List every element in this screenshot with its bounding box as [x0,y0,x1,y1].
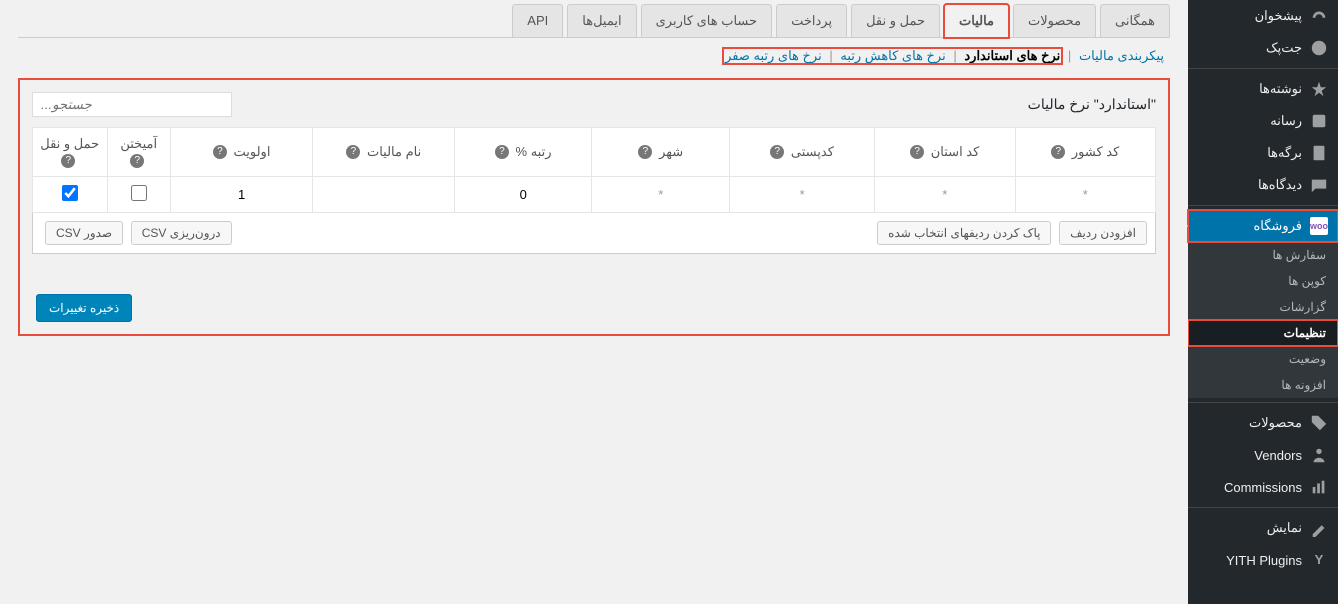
admin-sidebar: پیشخوان جت‌پک نوشته‌ها رسانه برگه‌ها دید… [1188,0,1338,604]
tab-general[interactable]: همگانی [1100,4,1170,37]
help-icon[interactable]: ? [910,145,924,159]
tax-search-input[interactable] [32,92,232,117]
th-city: شهر ? [592,128,730,177]
appearance-icon [1310,519,1328,537]
tab-shipping[interactable]: حمل و نقل [851,4,940,37]
main-content: همگانی محصولات مالیات حمل و نقل پرداخت ح… [0,0,1188,604]
help-icon[interactable]: ? [213,145,227,159]
tax-rates-table: کد کشور ? کد استان ? کدپستی ? شهر ? رتبه… [32,127,1156,213]
priority-input[interactable] [177,187,306,202]
taxname-input[interactable] [319,187,448,202]
help-icon[interactable]: ? [770,145,784,159]
sidebar-sub-addons[interactable]: افزونه ها [1188,372,1338,398]
products-icon [1310,414,1328,432]
sidebar-item-label: Vendors [1254,448,1302,463]
subtab-zero-rates[interactable]: نرخ های رتبه صفر [723,48,824,63]
compound-checkbox[interactable] [131,185,147,201]
sidebar-sub-settings[interactable]: تنظیمات [1188,320,1338,346]
sidebar-item-label: پیشخوان [1255,8,1302,24]
help-icon[interactable]: ? [130,154,144,168]
subtab-standard-rates[interactable]: نرخ های استاندارد [962,48,1062,63]
sidebar-item-label: دیدگاه‌ها [1258,177,1302,193]
tax-rates-section: "استاندارد" نرخ مالیات کد کشور ? کد استا… [18,78,1170,336]
sidebar-sub-reports[interactable]: گزارشات [1188,294,1338,320]
table-footer: افزودن ردیف پاک کردن ردیفهای انتخاب شده … [32,213,1156,254]
tab-emails[interactable]: ایمیل‌ها [567,4,636,37]
sidebar-item-label: محصولات [1249,415,1302,431]
sidebar-item-label: نمایش [1267,520,1302,536]
add-row-button[interactable]: افزودن ردیف [1059,221,1147,245]
table-header-row: کد کشور ? کد استان ? کدپستی ? شهر ? رتبه… [33,128,1156,177]
pages-icon [1310,144,1328,162]
th-shipping: حمل و نقل ? [33,128,108,177]
help-icon[interactable]: ? [638,145,652,159]
yith-icon: Y [1310,551,1328,569]
woo-icon: woo [1310,217,1328,235]
sidebar-item-vendors[interactable]: Vendors [1188,439,1338,471]
tab-accounts[interactable]: حساب های کاربری [641,4,772,37]
sidebar-item-posts[interactable]: نوشته‌ها [1188,73,1338,105]
city-input[interactable] [598,187,723,202]
th-postcode: کدپستی ? [730,128,874,177]
sidebar-item-yith[interactable]: Y YITH Plugins [1188,544,1338,576]
th-country: کد کشور ? [1015,128,1155,177]
save-row: ذخیره تغییرات [32,284,1156,322]
sidebar-item-shop[interactable]: woo فروشگاه [1188,210,1338,242]
th-compound: آمیختن ? [107,128,170,177]
sidebar-item-label: رسانه [1270,113,1302,129]
shipping-checkbox[interactable] [62,185,78,201]
sidebar-sub-orders[interactable]: سفارش ها [1188,242,1338,268]
sidebar-item-products[interactable]: محصولات [1188,407,1338,439]
sidebar-sub-status[interactable]: وضعیت [1188,346,1338,372]
save-changes-button[interactable]: ذخیره تغییرات [36,294,132,322]
pin-icon [1310,80,1328,98]
subtab-tax-options[interactable]: پیکربندی مالیات [1077,48,1166,63]
sidebar-item-media[interactable]: رسانه [1188,105,1338,137]
subtab-reduced-rates[interactable]: نرخ های کاهش رتبه [838,48,947,63]
sidebar-item-commissions[interactable]: Commissions [1188,471,1338,503]
th-priority: اولویت ? [170,128,312,177]
vendors-icon [1310,446,1328,464]
sidebar-item-pages[interactable]: برگه‌ها [1188,137,1338,169]
remove-rows-button[interactable]: پاک کردن ردیفهای انتخاب شده [877,221,1051,245]
sidebar-item-label: برگه‌ها [1267,145,1302,161]
th-rate: رتبه % ? [455,128,592,177]
help-icon[interactable]: ? [346,145,360,159]
sidebar-item-comments[interactable]: دیدگاه‌ها [1188,169,1338,201]
comments-icon [1310,176,1328,194]
sidebar-item-jetpack[interactable]: جت‌پک [1188,32,1338,64]
section-title: "استاندارد" نرخ مالیات [1028,96,1156,113]
sidebar-item-label: YITH Plugins [1226,553,1302,568]
rate-input[interactable] [461,187,585,202]
tab-tax[interactable]: مالیات [944,4,1009,38]
postcode-input[interactable] [736,187,867,202]
tab-checkout[interactable]: پرداخت [776,4,847,37]
tab-products[interactable]: محصولات [1013,4,1096,37]
sidebar-item-appearance[interactable]: نمایش [1188,512,1338,544]
country-input[interactable] [1022,187,1149,202]
sidebar-item-dashboard[interactable]: پیشخوان [1188,0,1338,32]
dashboard-icon [1310,7,1328,25]
commissions-icon [1310,478,1328,496]
sidebar-item-label: فروشگاه [1253,218,1302,234]
th-state: کد استان ? [874,128,1015,177]
help-icon[interactable]: ? [495,145,509,159]
sidebar-item-label: جت‌پک [1266,40,1302,56]
help-icon[interactable]: ? [61,154,75,168]
sidebar-item-label: نوشته‌ها [1259,81,1302,97]
media-icon [1310,112,1328,130]
import-csv-button[interactable]: درون‌ریزی CSV [131,221,232,245]
help-icon[interactable]: ? [1051,145,1065,159]
th-name: نام مالیات ? [313,128,455,177]
export-csv-button[interactable]: صدور CSV [45,221,123,245]
table-row[interactable] [33,176,1156,212]
state-input[interactable] [881,187,1009,202]
tax-subtabs: پیکربندی مالیات | نرخ های استاندارد | نر… [18,38,1170,74]
sidebar-item-label: Commissions [1224,480,1302,495]
sidebar-sub-coupons[interactable]: کوپن ها [1188,268,1338,294]
tab-api[interactable]: API [512,4,563,37]
settings-tabs: همگانی محصولات مالیات حمل و نقل پرداخت ح… [18,4,1170,38]
jetpack-icon [1310,39,1328,57]
